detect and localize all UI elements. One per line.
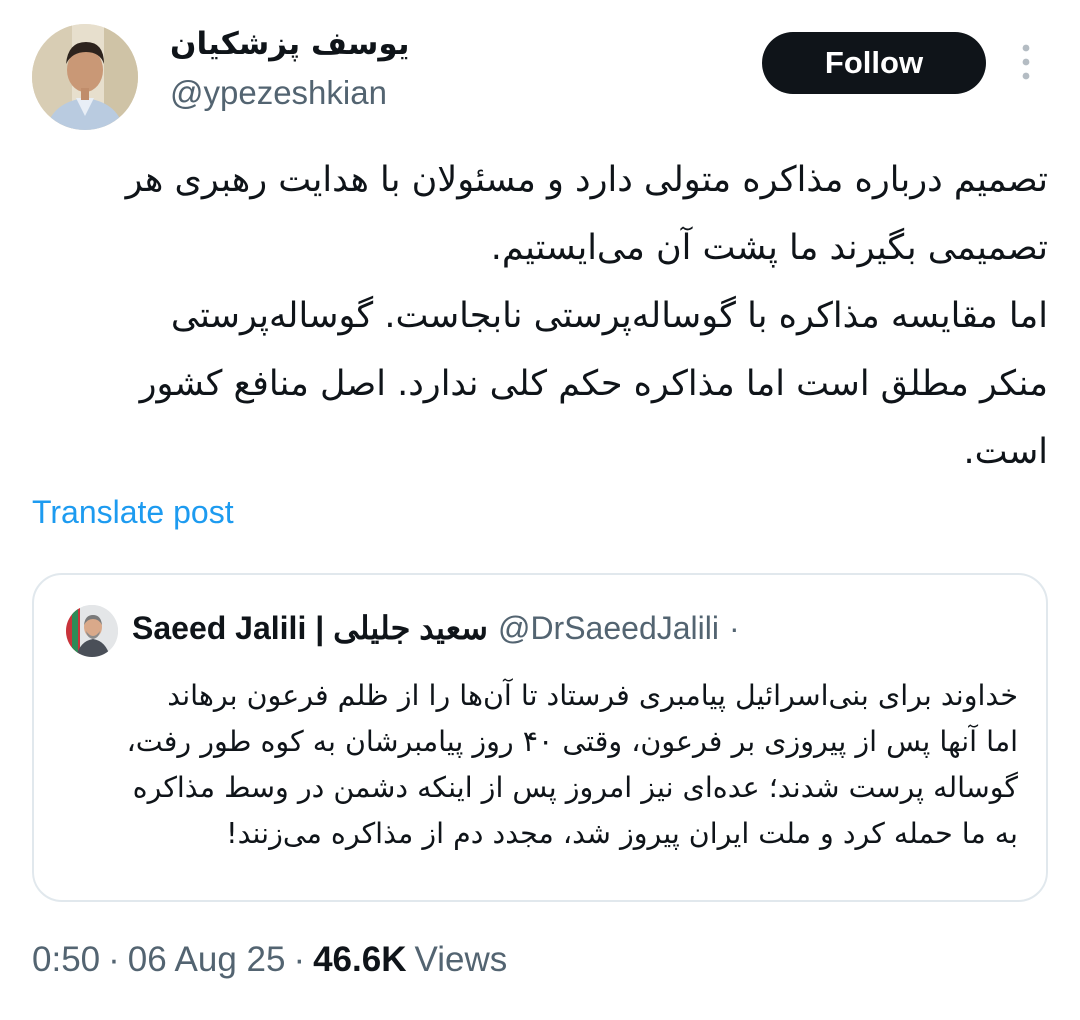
separator-dot: · (293, 940, 306, 979)
tweet-page: یوسف پزشکیان @ypezeshkian Follow تصمیم د… (0, 0, 1080, 1020)
separator-dot: · (728, 609, 740, 646)
tweet-date[interactable]: 06 Aug 25 (128, 940, 286, 980)
quoted-author-handle[interactable]: @DrSaeedJalili (498, 610, 719, 647)
tweet-meta: 0:50 · 06 Aug 25 · 46.6K Views (32, 940, 507, 980)
user-portrait-icon (66, 605, 118, 657)
views-count: 46.6K (313, 940, 407, 979)
user-portrait-icon (32, 24, 138, 130)
views-label: Views (414, 940, 508, 979)
author-display-name[interactable]: یوسف پزشکیان (170, 26, 409, 62)
translate-post-link[interactable]: Translate post (32, 494, 234, 531)
author-avatar[interactable] (32, 24, 138, 130)
ellipsis-vertical-icon[interactable] (1012, 40, 1040, 84)
separator-dot: · (108, 940, 120, 979)
author-handle[interactable]: @ypezeshkian (170, 74, 387, 112)
quoted-author-name[interactable]: Saeed Jalili | سعید جلیلی (132, 609, 488, 647)
tweet-text: تصمیم درباره مذاکره متولی دارد و مسئولان… (125, 160, 1048, 472)
quoted-tweet[interactable]: Saeed Jalili | سعید جلیلی @DrSaeedJalili… (32, 573, 1048, 902)
quoted-author-header: Saeed Jalili | سعید جلیلی @DrSaeedJalili… (132, 609, 740, 647)
follow-button[interactable]: Follow (762, 32, 986, 94)
quoted-tweet-text: خداوند برای بنی‌اسرائیل پیامبری فرستاد ت… (126, 679, 1018, 850)
quoted-author-avatar[interactable] (66, 605, 118, 657)
tweet-time[interactable]: 0:50 (32, 940, 100, 980)
